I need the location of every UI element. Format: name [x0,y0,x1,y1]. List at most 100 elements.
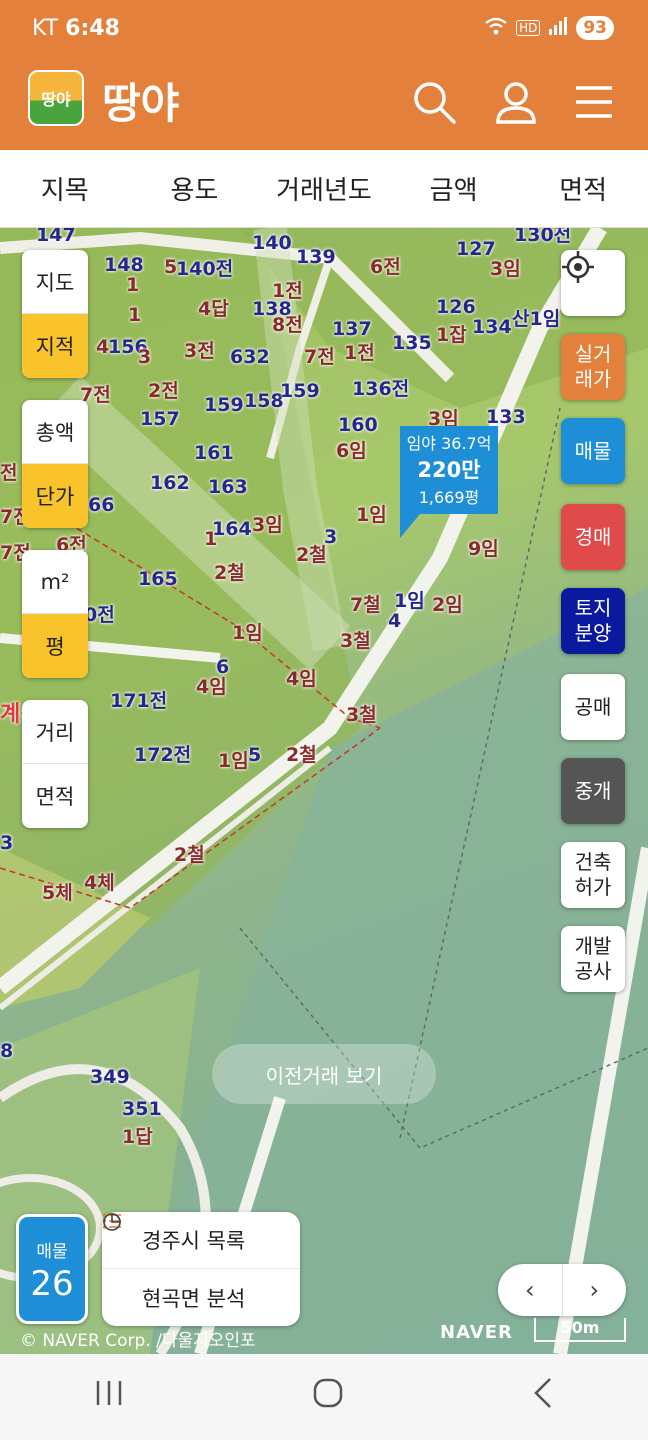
total-price-button[interactable]: 총액 [22,400,88,464]
unit-price-button[interactable]: 단가 [22,464,88,528]
status-clock: KT 6:48 [32,16,120,41]
parcel-label: 3전 [184,340,215,362]
parcel-label: 3철 [346,704,377,726]
parcel-label: 164 [212,518,252,540]
parcel-label: 5 [248,744,262,766]
parcel-label: 163 [208,476,248,498]
parcel-label: 133 [486,406,526,428]
home-icon[interactable] [312,1377,344,1417]
parcel-label: 136전 [352,378,410,400]
parcel-label: 1전 [344,342,375,364]
parcel-label: 159 [204,394,244,416]
user-icon[interactable] [492,78,540,126]
pyeong-unit-button[interactable]: 평 [22,614,88,678]
parcel-label: 147 [36,228,76,246]
parcel-label: 1 [204,528,218,550]
hd-icon: HD [516,20,541,36]
parcel-label: 4임 [286,668,317,690]
time-label: 6:48 [65,16,120,41]
tab-amount[interactable]: 금액 [389,170,519,207]
parcel-label: 1답 [122,1126,153,1148]
real-trade-price-button[interactable]: 실거 래가 [561,334,625,400]
parcel-label: 2철 [296,544,327,566]
tab-land-category[interactable]: 지목 [0,170,130,207]
system-nav-bar [0,1354,648,1440]
tab-trade-year[interactable]: 거래년도 [259,170,389,207]
parcel-label: 165 [138,568,178,590]
map-view[interactable]: 147 148 5 140전 140 139 6전 127 3임 130전 1 … [0,228,648,1354]
filter-tabs: 지목 용도 거래년도 금액 면적 [0,150,648,228]
parcel-label: 2철 [286,744,317,766]
land-sale-button[interactable]: 토지 분양 [561,588,625,654]
brokerage-button[interactable]: 중개 [561,758,625,824]
tab-area[interactable]: 면적 [518,170,648,207]
district-analysis-label: 현곡면 분석 [142,1286,246,1311]
parcel-label: 126 [436,296,476,318]
parcel-label: 1임 [232,622,263,644]
parcel-label: 3 [138,346,152,368]
previous-deals-button[interactable]: 이전거래 보기 [212,1044,436,1104]
next-arrow-icon[interactable]: › [563,1264,627,1316]
parcel-label: 1 [126,274,140,296]
app-logo[interactable]: 땅야 [28,70,84,126]
city-list-label: 경주시 목록 [142,1229,246,1253]
parcel-label: 전 [0,462,18,484]
parcel-label: 산1임 [512,308,561,330]
naver-logo: NAVER [440,1322,513,1343]
parcel-label: 9임 [468,538,499,560]
listing-marker-type-price: 임야 36.7억 [406,434,492,453]
parcel-label: 140전 [176,258,234,280]
menu-icon[interactable] [572,78,620,126]
listing-marker-unit-price: 220만 [417,458,481,482]
parcel-label: 3임 [490,258,521,280]
listing-count-label: 매물 [36,1242,68,1262]
parcel-label: 140 [252,232,292,254]
area-measure-button[interactable]: 면적 [22,764,88,828]
measure-toggle: 거리 면적 [22,700,88,828]
building-permit-button[interactable]: 건축 허가 [561,842,625,908]
parcel-label: 172전 [134,744,192,766]
distance-measure-button[interactable]: 거리 [22,700,88,764]
district-analysis-button[interactable]: 현곡면 분석 [102,1213,300,1326]
back-icon[interactable] [532,1377,554,1417]
listing-marker-pointer [400,514,420,538]
parcel-label: 3임 [252,514,283,536]
parcel-label: 6임 [336,440,367,462]
search-icon[interactable] [410,78,458,126]
parcel-label: 158 [244,390,284,412]
parcel-label: 148 [104,254,144,276]
city-list-button[interactable]: 경주시 목록 [102,1212,300,1269]
status-icons: HD 93 [484,16,614,40]
listing-count-button[interactable]: 매물 26 [16,1214,88,1324]
listing-marker[interactable]: 임야 36.7억 220만 1,669평 [400,426,498,514]
listings-button[interactable]: 매물 [561,418,625,484]
parcel-label: 7전 [304,346,335,368]
tab-usage[interactable]: 용도 [130,170,260,207]
public-auction-button[interactable]: 공매 [561,674,625,740]
prev-arrow-icon[interactable]: ‹ [498,1264,563,1316]
my-location-button[interactable] [561,250,625,316]
map-scale-bar: 50m [534,1318,626,1342]
listing-pager: ‹ › [498,1264,626,1316]
parcel-label: 1임 [356,504,387,526]
parcel-label: 8전 [272,314,303,336]
cadastral-mode-button[interactable]: 지적 [22,314,88,378]
parcel-label: 137 [332,318,372,340]
sqm-unit-button[interactable]: m² [22,550,88,614]
carrier-label: KT [32,16,59,41]
auction-button[interactable]: 경매 [561,504,625,570]
region-quick-panel: 경주시 목록 현곡면 분석 [102,1212,300,1326]
status-bar: KT 6:48 HD 93 [0,0,648,60]
parcel-label: 1 [128,304,142,326]
parcel-label: 157 [140,408,180,430]
parcel-label: 8 [0,1040,14,1062]
recent-apps-icon[interactable] [94,1379,124,1415]
parcel-label: 632 [230,346,270,368]
area-unit-toggle: m² 평 [22,550,88,678]
parcel-label: 134 [472,316,512,338]
map-mode-button[interactable]: 지도 [22,250,88,314]
map-copyright: © NAVER Corp. /다울지오인포 [20,1331,256,1351]
development-work-button[interactable]: 개발 공사 [561,926,625,992]
parcel-label: 4임 [196,676,227,698]
parcel-label: 349 [90,1066,130,1088]
